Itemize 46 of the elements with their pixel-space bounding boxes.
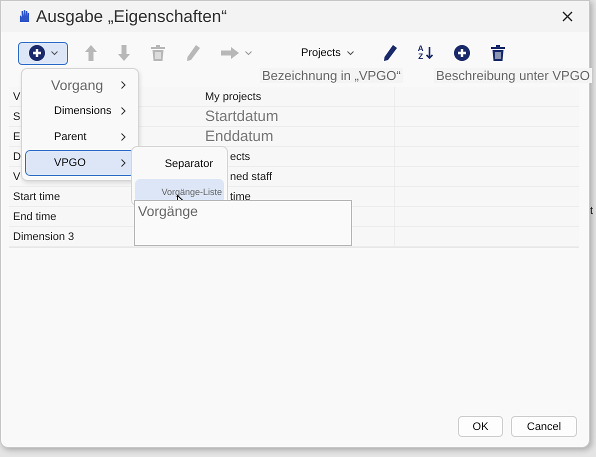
down-arrow-icon	[118, 45, 130, 61]
window-title: Ausgabe „Eigenschaften“	[36, 6, 227, 26]
property-name: Dimension 3	[13, 230, 74, 242]
close-icon	[562, 11, 572, 22]
chevron-right-icon	[121, 133, 126, 141]
menu-item[interactable]: Vorgang	[25, 72, 135, 98]
trash-icon	[490, 45, 505, 61]
right-arrow-icon	[221, 47, 239, 59]
property-value: Startdatum	[205, 108, 278, 125]
property-name: End time	[13, 210, 56, 222]
plus-circle-icon	[454, 45, 470, 61]
add-menu-button[interactable]	[18, 42, 68, 64]
annotation-label: Bezeichnung in „VPGO“	[260, 68, 403, 83]
property-name: V	[13, 170, 20, 182]
projects-dropdown[interactable]: Projects	[297, 42, 358, 64]
menu-item[interactable]: Parent	[25, 124, 135, 150]
pencil-icon	[382, 45, 397, 61]
background-text: t	[590, 205, 594, 217]
ok-button[interactable]: OK	[458, 416, 503, 437]
sort-button[interactable]: A Z	[414, 42, 437, 64]
pencil-icon	[186, 45, 200, 61]
annotation-label: Beschreibung unter VPGO	[434, 68, 592, 83]
text-box-text: Vorgänge	[138, 203, 198, 219]
chevron-right-icon	[121, 81, 126, 89]
property-name: E	[13, 130, 20, 142]
property-name: V	[13, 90, 20, 102]
property-name: Start time	[13, 190, 60, 202]
menu-item[interactable]: Separator	[135, 151, 224, 176]
property-name: S	[13, 110, 20, 122]
caret-icon	[346, 50, 354, 56]
menu-item[interactable]: Dimensions	[25, 98, 135, 124]
trash-icon	[151, 45, 165, 61]
hand-icon	[19, 10, 30, 23]
down-arrow-icon	[426, 47, 433, 59]
chevron-right-icon	[121, 159, 126, 167]
up-arrow-icon	[85, 45, 97, 61]
cancel-button[interactable]: Cancel	[511, 416, 577, 437]
property-name: D	[13, 150, 21, 162]
property-value: ned staff	[229, 170, 272, 182]
chevron-right-icon	[121, 107, 126, 115]
property-value: ects	[229, 150, 250, 162]
caret-icon	[245, 50, 252, 56]
property-value: My projects	[205, 90, 262, 102]
property-value: Enddatum	[205, 128, 274, 145]
caret-icon	[50, 50, 58, 56]
plus-circle-icon	[28, 45, 44, 61]
